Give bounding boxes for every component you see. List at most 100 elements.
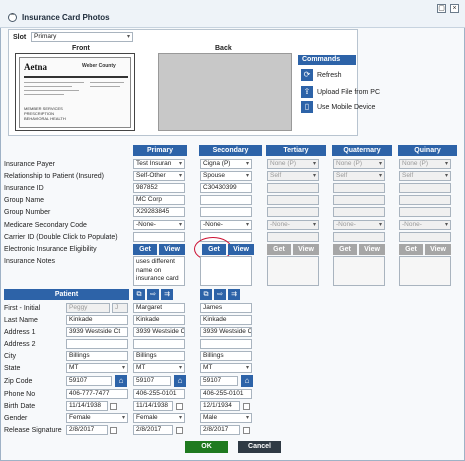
insured2-birth-checkbox[interactable] bbox=[243, 403, 250, 410]
insured1-first-name[interactable]: Margaret bbox=[133, 303, 185, 313]
patient-state[interactable]: MT bbox=[66, 363, 128, 373]
get-button-quinary[interactable]: Get bbox=[399, 244, 423, 255]
patient-phone[interactable]: 406-777-7477 bbox=[66, 389, 128, 399]
release-checkbox[interactable] bbox=[110, 427, 117, 434]
upload-icon[interactable]: ⇪ bbox=[301, 86, 313, 98]
patient-release-signature[interactable]: 2/8/2017 bbox=[66, 425, 108, 435]
notes-quaternary[interactable] bbox=[333, 256, 385, 286]
patient-address2[interactable] bbox=[66, 339, 128, 349]
collapse-icon[interactable]: ⌃ bbox=[8, 13, 17, 22]
payer-select-secondary[interactable]: Cigna (P) bbox=[200, 159, 252, 169]
copy-icon[interactable]: ⧉ bbox=[133, 289, 145, 300]
relationship-select-primary[interactable]: Self-Other bbox=[133, 171, 185, 181]
birth-date-checkbox[interactable] bbox=[110, 403, 117, 410]
insured1-address2[interactable] bbox=[133, 339, 185, 349]
view-button-quaternary[interactable]: View bbox=[359, 244, 385, 255]
copy-all-icon[interactable]: ⇉ bbox=[161, 289, 173, 300]
msc-select-secondary[interactable]: -None- bbox=[200, 220, 252, 230]
payer-select-tertiary[interactable]: None (P) bbox=[267, 159, 319, 169]
msc-select-quaternary[interactable]: -None- bbox=[333, 220, 385, 230]
group-number-quaternary[interactable] bbox=[333, 207, 385, 217]
insurance-id-quaternary[interactable] bbox=[333, 183, 385, 193]
insured1-city[interactable]: Billings bbox=[133, 351, 185, 361]
patient-initial[interactable]: J bbox=[112, 303, 128, 313]
insured1-birth-date[interactable]: 11/14/1938 bbox=[133, 401, 173, 411]
patient-last-name[interactable]: Kinkade bbox=[66, 315, 128, 325]
payer-select-primary[interactable]: Test Insuran bbox=[133, 159, 185, 169]
insured2-city[interactable]: Billings bbox=[200, 351, 252, 361]
group-name-primary[interactable]: MC Corp bbox=[133, 195, 185, 205]
copy-icon[interactable]: ⧉ bbox=[200, 289, 212, 300]
close-icon[interactable]: × bbox=[450, 4, 459, 13]
insured2-phone[interactable]: 406-255-0101 bbox=[200, 389, 252, 399]
group-name-secondary[interactable] bbox=[200, 195, 252, 205]
group-number-primary[interactable]: X29283845 bbox=[133, 207, 185, 217]
notes-quinary[interactable] bbox=[399, 256, 451, 286]
get-button-quaternary[interactable]: Get bbox=[333, 244, 357, 255]
slot-select[interactable]: Primary bbox=[31, 32, 133, 42]
mobile-command[interactable]: Use Mobile Device bbox=[317, 104, 375, 111]
insurance-id-quinary[interactable] bbox=[399, 183, 451, 193]
mobile-icon[interactable]: ▯ bbox=[301, 101, 313, 113]
group-name-quinary[interactable] bbox=[399, 195, 451, 205]
insured2-state[interactable]: MT bbox=[200, 363, 252, 373]
ok-button[interactable]: OK bbox=[185, 441, 228, 453]
carrier-id-quaternary[interactable] bbox=[333, 232, 385, 242]
payer-select-quaternary[interactable]: None (P) bbox=[333, 159, 385, 169]
payer-select-quinary[interactable]: None (P) bbox=[399, 159, 451, 169]
patient-birth-date[interactable]: 11/14/1938 bbox=[66, 401, 108, 411]
insurance-id-tertiary[interactable] bbox=[267, 183, 319, 193]
copy-right-icon[interactable]: ⇨ bbox=[214, 289, 226, 300]
insured2-last-name[interactable]: Kinkade bbox=[200, 315, 252, 325]
home-icon[interactable]: ⌂ bbox=[115, 375, 127, 387]
copy-right-icon[interactable]: ⇨ bbox=[147, 289, 159, 300]
insured2-first-name[interactable]: James bbox=[200, 303, 252, 313]
patient-city[interactable]: Billings bbox=[66, 351, 128, 361]
upload-command[interactable]: Upload File from PC bbox=[317, 89, 380, 96]
notes-primary[interactable]: uses different name on insurance card bbox=[133, 256, 185, 286]
insured1-zip[interactable]: 59107 bbox=[133, 376, 171, 386]
patient-first-name[interactable]: Peggy bbox=[66, 303, 110, 313]
back-card-image[interactable] bbox=[158, 53, 292, 131]
insured1-phone[interactable]: 406-255-0101 bbox=[133, 389, 185, 399]
home-icon[interactable]: ⌂ bbox=[241, 375, 253, 387]
notes-tertiary[interactable] bbox=[267, 256, 319, 286]
get-button-tertiary[interactable]: Get bbox=[267, 244, 291, 255]
insured2-zip[interactable]: 59107 bbox=[200, 376, 238, 386]
group-number-tertiary[interactable] bbox=[267, 207, 319, 217]
group-number-quinary[interactable] bbox=[399, 207, 451, 217]
insured1-address1[interactable]: 3939 Westside Ct bbox=[133, 327, 185, 337]
insured1-birth-checkbox[interactable] bbox=[176, 403, 183, 410]
relationship-select-quaternary[interactable]: Self bbox=[333, 171, 385, 181]
relationship-select-tertiary[interactable]: Self bbox=[267, 171, 319, 181]
patient-address1[interactable]: 3939 Westside Ct bbox=[66, 327, 128, 337]
insurance-id-secondary[interactable]: C30430399 bbox=[200, 183, 252, 193]
refresh-command[interactable]: Refresh bbox=[317, 72, 342, 79]
view-button-tertiary[interactable]: View bbox=[293, 244, 319, 255]
relationship-select-secondary[interactable]: Spouse bbox=[200, 171, 252, 181]
front-card-image[interactable]: Aetna Weber County MEMBER SERVICES PRESC… bbox=[15, 53, 135, 131]
msc-select-primary[interactable]: -None- bbox=[133, 220, 185, 230]
view-button-secondary[interactable]: View bbox=[228, 244, 254, 255]
copy-all-icon[interactable]: ⇉ bbox=[228, 289, 240, 300]
insured2-address1[interactable]: 3939 Westside Ct bbox=[200, 327, 252, 337]
restore-icon[interactable]: ▢ bbox=[437, 4, 446, 13]
insured1-state[interactable]: MT bbox=[133, 363, 185, 373]
view-button-primary[interactable]: View bbox=[159, 244, 185, 255]
cancel-button[interactable]: Cancel bbox=[238, 441, 281, 453]
view-button-quinary[interactable]: View bbox=[425, 244, 451, 255]
relationship-select-quinary[interactable]: Self bbox=[399, 171, 451, 181]
insured2-release[interactable]: 2/8/2017 bbox=[200, 425, 240, 435]
insured2-release-checkbox[interactable] bbox=[243, 427, 250, 434]
insured2-gender[interactable]: Male bbox=[200, 413, 252, 423]
notes-secondary[interactable] bbox=[200, 256, 252, 286]
group-name-tertiary[interactable] bbox=[267, 195, 319, 205]
insured2-birth-date[interactable]: 12/1/1934 bbox=[200, 401, 240, 411]
home-icon[interactable]: ⌂ bbox=[174, 375, 186, 387]
insured1-gender[interactable]: Female bbox=[133, 413, 185, 423]
carrier-id-quinary[interactable] bbox=[399, 232, 451, 242]
group-name-quaternary[interactable] bbox=[333, 195, 385, 205]
insured2-address2[interactable] bbox=[200, 339, 252, 349]
msc-select-quinary[interactable]: -None- bbox=[399, 220, 451, 230]
msc-select-tertiary[interactable]: -None- bbox=[267, 220, 319, 230]
